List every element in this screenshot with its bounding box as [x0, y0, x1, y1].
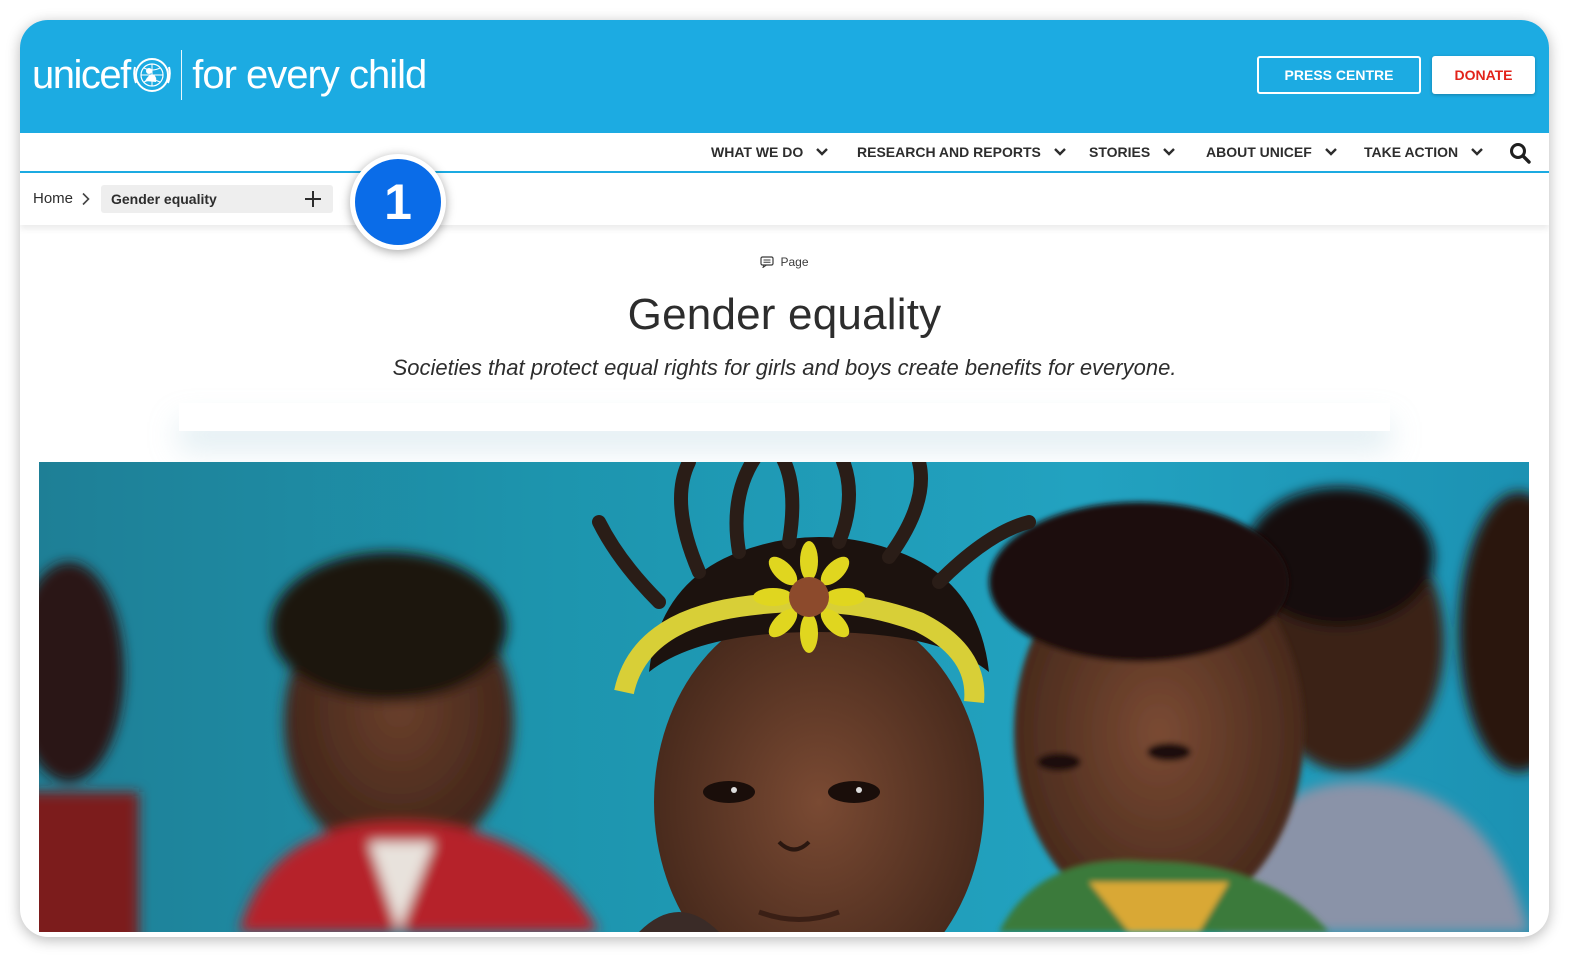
- step-callout-badge: 1: [350, 154, 446, 250]
- nav-item-take-action[interactable]: TAKE ACTION: [1364, 133, 1484, 171]
- press-centre-button[interactable]: PRESS CENTRE: [1257, 56, 1421, 94]
- breadcrumb-current-label: Gender equality: [111, 191, 217, 207]
- logo-divider: [180, 50, 183, 100]
- search-icon[interactable]: [1509, 142, 1531, 164]
- content-type-label: Page: [780, 255, 809, 269]
- breadcrumb-current[interactable]: Gender equality: [101, 185, 333, 213]
- title-card-shadow: [179, 403, 1390, 431]
- breadcrumb-home-link[interactable]: Home: [33, 190, 73, 207]
- chevron-down-icon: [816, 148, 829, 156]
- page-title: Gender equality: [627, 290, 942, 339]
- chevron-down-icon: [1163, 148, 1176, 156]
- plus-icon[interactable]: [304, 190, 322, 208]
- header-bar: unicef for every child PRESS CENTRE DONA…: [20, 20, 1549, 133]
- hero-image: [39, 462, 1529, 932]
- nav-item-about-unicef[interactable]: ABOUT UNICEF: [1206, 133, 1338, 171]
- nav-label: TAKE ACTION: [1364, 144, 1459, 160]
- logo-wordmark: unicef: [32, 53, 131, 97]
- browser-frame: unicef for every child PRESS CENTRE DONA…: [20, 20, 1549, 937]
- nav-label: STORIES: [1089, 144, 1151, 160]
- nav-label: WHAT WE DO: [711, 144, 804, 160]
- nav-item-what-we-do[interactable]: WHAT WE DO: [711, 133, 829, 171]
- chevron-down-icon: [1324, 148, 1337, 156]
- donate-button[interactable]: DONATE: [1432, 56, 1535, 94]
- nav-item-stories[interactable]: STORIES: [1089, 133, 1176, 171]
- page-icon: [760, 256, 775, 268]
- content-type: Page: [20, 255, 1549, 269]
- breadcrumb: Home Gender equality: [20, 173, 1549, 225]
- chevron-right-icon: [82, 192, 90, 206]
- logo-tagline: for every child: [192, 53, 427, 97]
- page-subtitle: Societies that protect equal rights for …: [392, 355, 1177, 380]
- nav-label: ABOUT UNICEF: [1206, 144, 1312, 160]
- unicef-emblem-icon: [132, 58, 171, 92]
- nav-label: RESEARCH AND REPORTS: [857, 144, 1041, 160]
- unicef-logo[interactable]: unicef for every child: [32, 48, 427, 102]
- chevron-down-icon: [1053, 148, 1066, 156]
- main-nav: WHAT WE DO RESEARCH AND REPORTS STORIES …: [20, 133, 1549, 173]
- hero-photo-children: [39, 462, 1529, 932]
- nav-item-research-and-reports[interactable]: RESEARCH AND REPORTS: [857, 133, 1067, 171]
- chevron-down-icon: [1471, 148, 1483, 156]
